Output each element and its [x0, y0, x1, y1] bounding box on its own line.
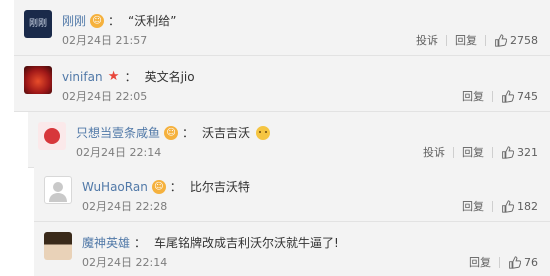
divider — [492, 146, 493, 158]
reply-button[interactable]: 回复 — [469, 254, 491, 270]
colon-separator: ： — [182, 126, 195, 140]
divider — [492, 200, 493, 212]
avatar-face-icon — [44, 128, 60, 144]
comment-text: 比尔吉沃特 — [189, 180, 250, 194]
comment-item: WuHaoRan ☺ ： 比尔吉沃特 02月24日 22:28 回复 182 — [34, 166, 550, 222]
comment-actions: 投诉 回复 2758 — [408, 32, 538, 48]
colon-separator: ： — [134, 236, 147, 250]
thumbs-up-icon — [502, 89, 514, 103]
colon-separator: ： — [124, 70, 137, 84]
thumbs-up-icon — [509, 255, 521, 269]
like-count: 182 — [517, 199, 538, 213]
timestamp: 02月24日 22:14 — [82, 256, 168, 269]
member-badge-icon: ☺ — [164, 126, 179, 140]
avatar[interactable] — [44, 232, 72, 260]
avatar[interactable] — [44, 176, 72, 204]
reply-button[interactable]: 回复 — [462, 88, 484, 104]
thumbs-up-icon — [502, 145, 514, 159]
colon-separator: ： — [169, 180, 182, 194]
timestamp: 02月24日 22:28 — [82, 200, 168, 213]
like-button[interactable]: 182 — [501, 200, 538, 213]
comment-item: 刚刚 刚刚 ☺ ： “沃利给” 02月24日 21:57 投诉 回复 2758 — [14, 0, 550, 56]
divider — [492, 90, 493, 102]
like-button[interactable]: 76 — [508, 256, 538, 269]
member-badge-icon: ☺ — [90, 14, 105, 28]
reply-button[interactable]: 回复 — [455, 32, 477, 48]
like-count: 745 — [517, 89, 538, 103]
like-count: 76 — [524, 255, 538, 269]
username[interactable]: 魔神英雄 — [82, 234, 130, 252]
avatar-label: 刚刚 — [28, 19, 47, 29]
timestamp: 02月24日 21:57 — [62, 34, 148, 47]
comment-actions: 回复 76 — [461, 254, 538, 270]
default-avatar-icon — [49, 182, 67, 202]
colon-separator: ： — [108, 14, 121, 28]
star-badge-icon: ★ — [107, 69, 120, 84]
reply-button[interactable]: 回复 — [462, 144, 484, 160]
like-count: 2758 — [510, 33, 538, 47]
avatar[interactable]: 刚刚 — [24, 10, 52, 38]
avatar[interactable] — [24, 66, 52, 94]
username[interactable]: 只想当壹条咸鱼 — [76, 124, 160, 142]
like-button[interactable]: 2758 — [494, 34, 538, 47]
comment-item: 只想当壹条咸鱼 ☺ ： 沃吉吉沃 02月24日 22:14 投诉 回复 321 — [28, 112, 550, 168]
comment-actions: 回复 745 — [454, 88, 538, 104]
avatar[interactable] — [38, 122, 66, 150]
comment-text: 沃吉吉沃 — [202, 126, 251, 140]
comment-thread: 刚刚 刚刚 ☺ ： “沃利给” 02月24日 21:57 投诉 回复 2758 … — [0, 0, 550, 276]
member-badge-icon: ☺ — [151, 180, 166, 194]
username[interactable]: WuHaoRan — [82, 178, 148, 196]
like-count: 321 — [517, 145, 538, 159]
comment-actions: 投诉 回复 321 — [415, 144, 538, 160]
comment-text: “沃利给” — [128, 14, 177, 28]
like-button[interactable]: 321 — [501, 146, 538, 159]
thumbs-up-icon — [495, 33, 507, 47]
like-button[interactable]: 745 — [501, 90, 538, 103]
timestamp: 02月24日 22:05 — [62, 90, 148, 103]
comment-text: 车尾铭牌改成吉利沃尔沃就牛逼了! — [154, 236, 339, 250]
username[interactable]: 刚刚 — [62, 12, 86, 30]
divider — [499, 256, 500, 268]
username[interactable]: vinifan — [62, 68, 103, 86]
divider — [446, 34, 447, 46]
report-button[interactable]: 投诉 — [423, 144, 445, 160]
smile-emoji-icon — [256, 126, 271, 140]
comment-item: 魔神英雄 ： 车尾铭牌改成吉利沃尔沃就牛逼了! 02月24日 22:14 回复 … — [34, 222, 550, 276]
timestamp: 02月24日 22:14 — [76, 146, 162, 159]
comment-text: 英文名jio — [144, 70, 195, 84]
report-button[interactable]: 投诉 — [416, 32, 438, 48]
comment-item: vinifan ★ ： 英文名jio 02月24日 22:05 回复 745 — [14, 56, 550, 112]
divider — [485, 34, 486, 46]
comment-actions: 回复 182 — [454, 198, 538, 214]
thumbs-up-icon — [502, 199, 514, 213]
divider — [453, 146, 454, 158]
reply-button[interactable]: 回复 — [462, 198, 484, 214]
